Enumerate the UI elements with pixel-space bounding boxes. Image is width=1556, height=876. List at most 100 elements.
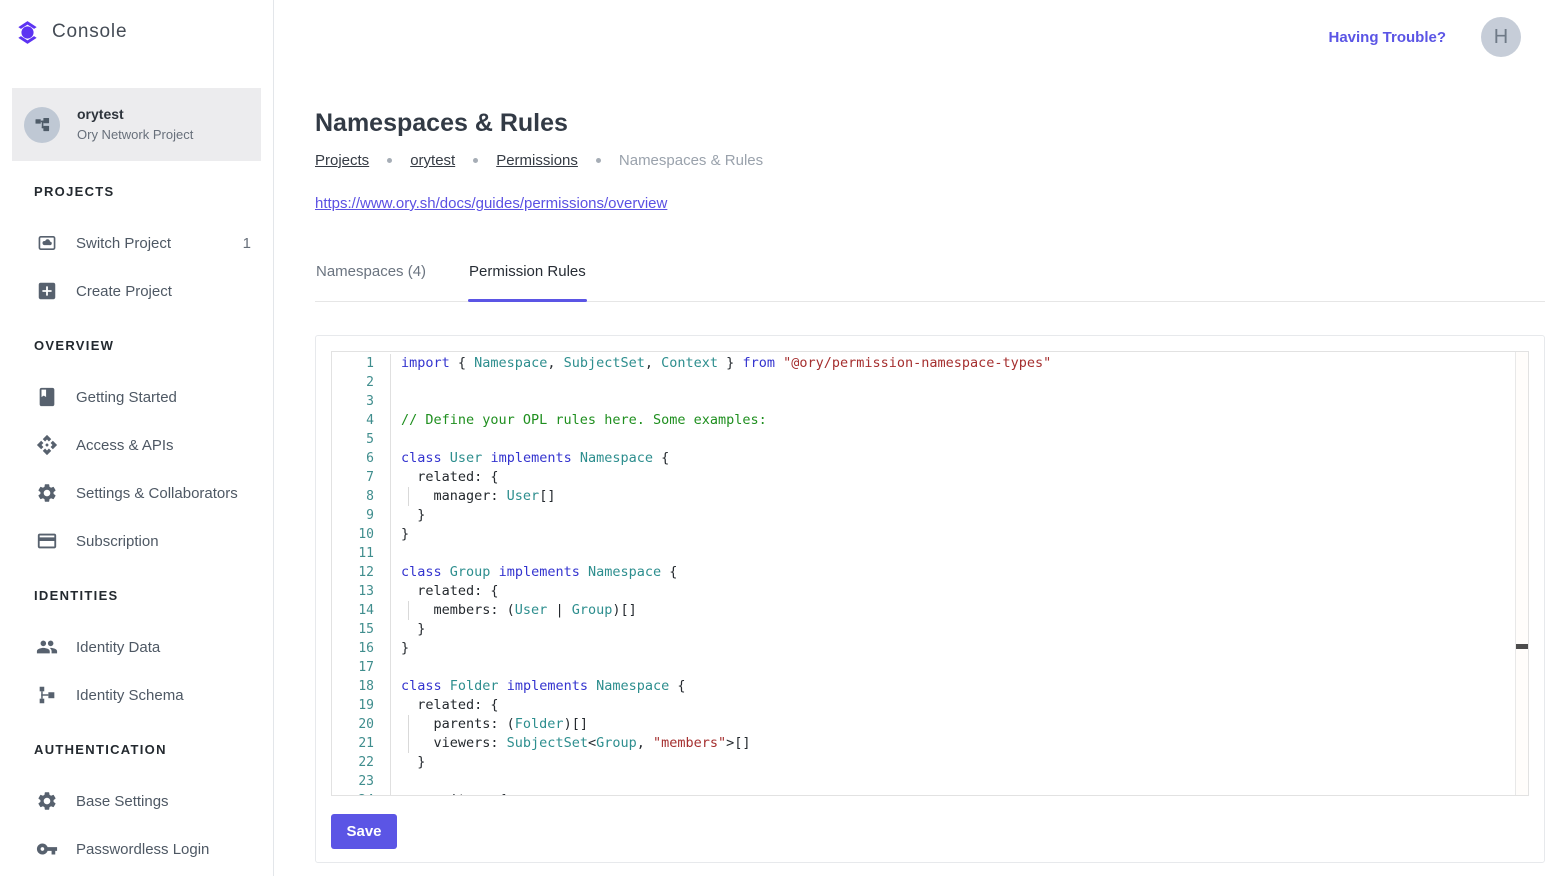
line-number: 15 <box>332 620 391 639</box>
code-text <box>391 772 1528 791</box>
code-line: 10} <box>332 525 1528 544</box>
topbar: Having Trouble? H <box>274 0 1556 74</box>
cloud-box-icon <box>35 231 59 255</box>
sidebar-item-label: Identity Schema <box>76 687 251 704</box>
opl-code-editor[interactable]: 1import { Namespace, SubjectSet, Context… <box>331 351 1529 796</box>
line-number: 14 <box>332 601 391 620</box>
having-trouble-link[interactable]: Having Trouble? <box>1328 29 1446 46</box>
sidebar-item-access-apis[interactable]: Access & APIs <box>0 421 273 469</box>
sidebar-item-getting-started[interactable]: Getting Started <box>0 373 273 421</box>
sidebar-item-label: Switch Project <box>76 235 226 252</box>
code-text: } <box>391 753 1528 772</box>
main-area: Having Trouble? H Namespaces & Rules Pro… <box>274 0 1556 876</box>
sidebar-item-base-settings[interactable]: Base Settings <box>0 777 273 825</box>
sidebar-item-settings-collaborators[interactable]: Settings & Collaborators <box>0 469 273 517</box>
sidebar-item-create-project[interactable]: Create Project <box>0 267 273 315</box>
breadcrumb-link-orytest[interactable]: orytest <box>410 152 455 169</box>
breadcrumb: ProjectsorytestPermissionsNamespaces & R… <box>315 152 1545 169</box>
code-text: viewers: SubjectSet<Group, "members">[] <box>391 734 1528 753</box>
code-line: 9 } <box>332 506 1528 525</box>
logo-row[interactable]: Console <box>0 0 273 64</box>
code-text: import { Namespace, SubjectSet, Context … <box>391 354 1528 373</box>
sidebar-item-badge: 1 <box>243 235 251 252</box>
tab-namespaces-4[interactable]: Namespaces (4) <box>315 249 427 301</box>
code-line: 14 members: (User | Group)[] <box>332 601 1528 620</box>
code-text: related: { <box>391 468 1528 487</box>
line-number: 1 <box>332 354 391 373</box>
line-number: 3 <box>332 392 391 411</box>
code-line: 23 <box>332 772 1528 791</box>
indent-guide <box>408 734 409 753</box>
line-number: 18 <box>332 677 391 696</box>
breadcrumb-link-permissions[interactable]: Permissions <box>496 152 578 169</box>
code-line: 12class Group implements Namespace { <box>332 563 1528 582</box>
code-line: 5 <box>332 430 1528 449</box>
add-box-icon <box>35 279 59 303</box>
code-text <box>391 544 1528 563</box>
project-subtitle: Ory Network Project <box>77 126 193 143</box>
code-line: 21 viewers: SubjectSet<Group, "members">… <box>332 734 1528 753</box>
scrollbar-marker[interactable] <box>1516 644 1528 649</box>
code-text <box>391 430 1528 449</box>
sidebar-item-subscription[interactable]: Subscription <box>0 517 273 565</box>
sidebar-section: IDENTITIESIdentity DataIdentity Schema <box>0 584 273 719</box>
line-number: 7 <box>332 468 391 487</box>
code-text: } <box>391 506 1528 525</box>
editor-scrollbar[interactable] <box>1515 352 1528 795</box>
code-line: 2 <box>332 373 1528 392</box>
code-text <box>391 392 1528 411</box>
sidebar-item-label: Settings & Collaborators <box>76 485 251 502</box>
key-icon <box>35 837 59 861</box>
code-line: 19 related: { <box>332 696 1528 715</box>
code-line: 1import { Namespace, SubjectSet, Context… <box>332 354 1528 373</box>
sidebar-section: AUTHENTICATION Base SettingsPasswordless … <box>0 738 273 873</box>
line-number: 11 <box>332 544 391 563</box>
code-line: 8 manager: User[] <box>332 487 1528 506</box>
sidebar-item-identity-schema[interactable]: Identity Schema <box>0 671 273 719</box>
code-text: related: { <box>391 696 1528 715</box>
breadcrumb-separator-icon <box>473 158 478 163</box>
sidebar-item-label: Subscription <box>76 533 251 550</box>
code-line: 22 } <box>332 753 1528 772</box>
code-text: class Group implements Namespace { <box>391 563 1528 582</box>
sidebar-section-title: PROJECTS <box>0 180 273 204</box>
page-title: Namespaces & Rules <box>315 108 1545 138</box>
line-number: 19 <box>332 696 391 715</box>
docs-link[interactable]: https://www.ory.sh/docs/guides/permissio… <box>315 195 667 212</box>
sidebar-item-passwordless-login[interactable]: Passwordless Login <box>0 825 273 873</box>
line-number: 8 <box>332 487 391 506</box>
code-line: 18class Folder implements Namespace { <box>332 677 1528 696</box>
code-line: 13 related: { <box>332 582 1528 601</box>
code-text: class User implements Namespace { <box>391 449 1528 468</box>
code-text: } <box>391 639 1528 658</box>
sidebar-section-title: OVERVIEW <box>0 334 273 358</box>
tab-permission-rules[interactable]: Permission Rules <box>468 249 587 301</box>
permission-rules-panel: 1import { Namespace, SubjectSet, Context… <box>315 335 1545 863</box>
sidebar-item-label: Access & APIs <box>76 437 251 454</box>
line-number: 17 <box>332 658 391 677</box>
gear-icon <box>35 481 59 505</box>
line-number: 13 <box>332 582 391 601</box>
save-button[interactable]: Save <box>331 814 397 849</box>
user-avatar[interactable]: H <box>1481 17 1521 57</box>
sidebar-item-identity-data[interactable]: Identity Data <box>0 623 273 671</box>
code-line: 16} <box>332 639 1528 658</box>
code-lines: 1import { Namespace, SubjectSet, Context… <box>332 352 1528 796</box>
sidebar-item-switch-project[interactable]: Switch Project 1 <box>0 219 273 267</box>
sidebar-section-title: AUTHENTICATION <box>0 738 273 762</box>
people-icon <box>35 635 59 659</box>
line-number: 24 <box>332 791 391 796</box>
project-avatar <box>24 107 60 143</box>
project-selector[interactable]: orytest Ory Network Project <box>12 88 261 161</box>
breadcrumb-link-projects[interactable]: Projects <box>315 152 369 169</box>
line-number: 10 <box>332 525 391 544</box>
line-number: 21 <box>332 734 391 753</box>
org-chart-icon <box>32 114 53 135</box>
code-line: 17 <box>332 658 1528 677</box>
line-number: 4 <box>332 411 391 430</box>
code-line: 3 <box>332 392 1528 411</box>
sidebar-item-label: Create Project <box>76 283 251 300</box>
code-line: 6class User implements Namespace { <box>332 449 1528 468</box>
line-number: 22 <box>332 753 391 772</box>
code-line: 20 parents: (Folder)[] <box>332 715 1528 734</box>
